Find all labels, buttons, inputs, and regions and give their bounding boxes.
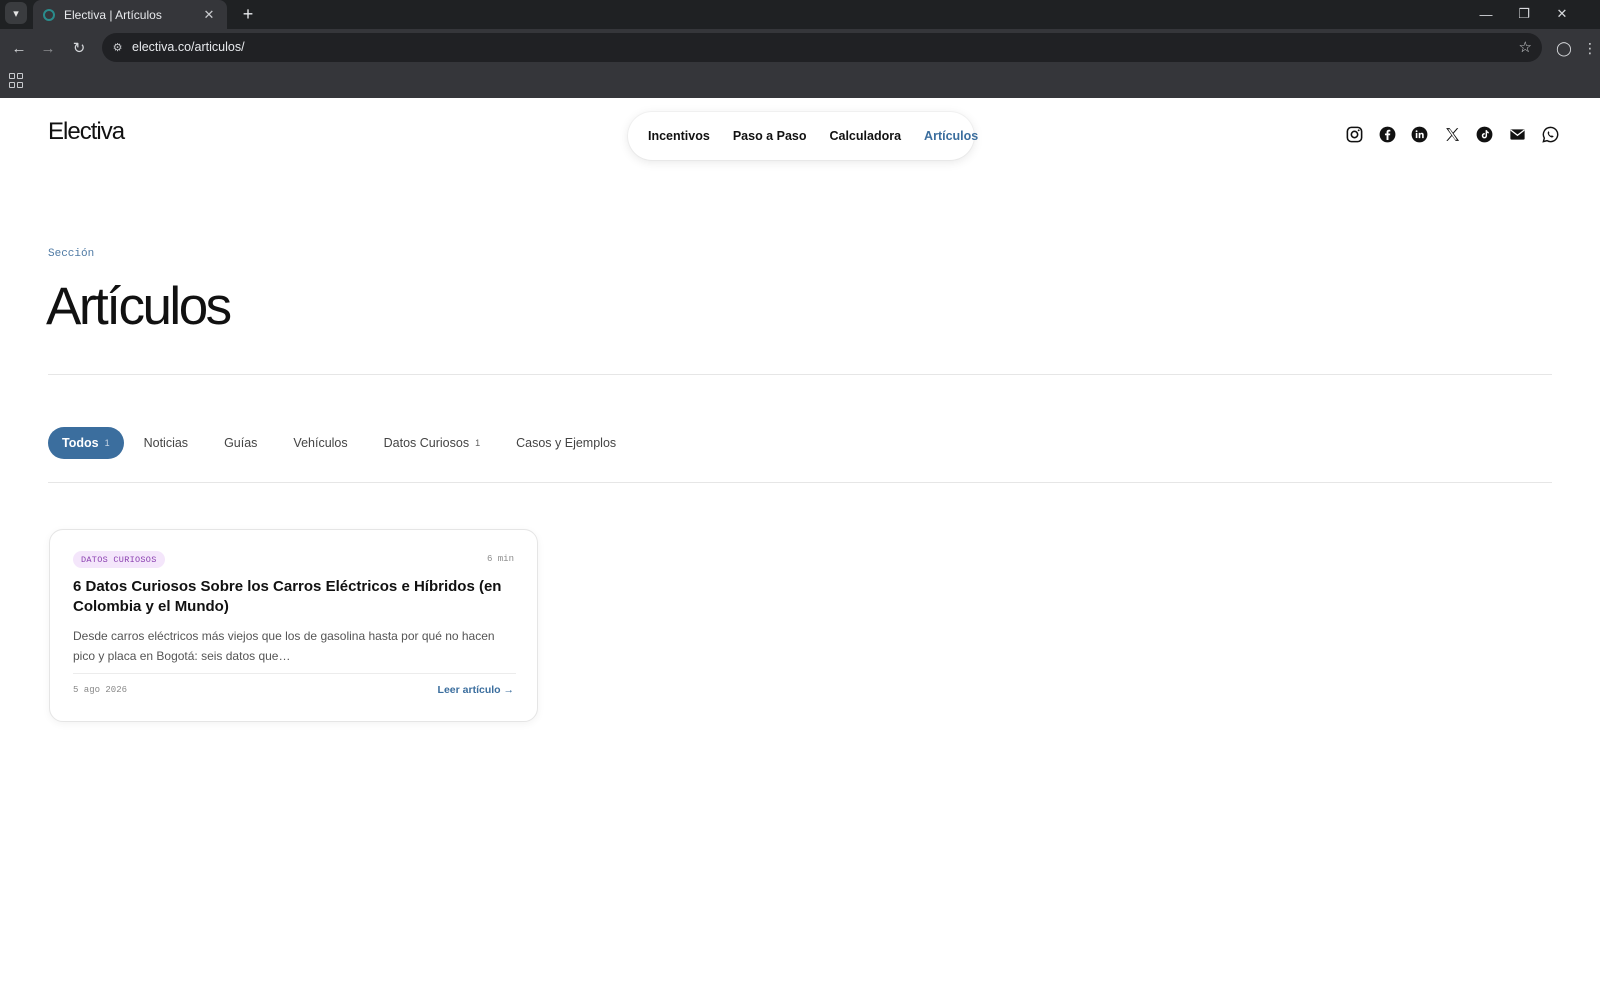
nav-item-paso-a-paso[interactable]: Paso a Paso — [733, 129, 807, 143]
page: Electiva Incentivos Paso a Paso Calculad… — [0, 98, 1600, 1000]
filter-datos-curiosos[interactable]: Datos Curiosos 1 — [368, 427, 496, 459]
filter-label: Guías — [224, 436, 258, 450]
divider — [48, 482, 1552, 483]
browser-toolbar: ← → ↻ ⚙ electiva.co/articulos/ ☆ ◯ ⋮ — [0, 29, 1600, 66]
restore-icon[interactable]: ❐ — [1505, 0, 1543, 28]
card-divider — [73, 673, 516, 674]
reload-icon[interactable]: ↻ — [66, 35, 92, 61]
browser-tab[interactable]: Electiva | Artículos ✕ — [33, 0, 227, 29]
menu-icon[interactable]: ⋮ — [1581, 35, 1599, 61]
bookmark-star-icon[interactable]: ☆ — [1519, 38, 1532, 56]
filter-vehiculos[interactable]: Vehículos — [277, 427, 363, 459]
linkedin-icon[interactable] — [1410, 124, 1430, 144]
close-tab-icon[interactable]: ✕ — [201, 7, 217, 23]
site-logo[interactable]: Electiva — [48, 118, 125, 146]
tab-title: Electiva | Artículos — [64, 7, 162, 22]
filter-label: Datos Curiosos — [383, 436, 470, 450]
nav-item-calculadora[interactable]: Calculadora — [829, 129, 901, 143]
filter-todos[interactable]: Todos 1 — [48, 427, 124, 459]
filter-guias[interactable]: Guías — [208, 427, 273, 459]
tab-strip: ▾ Electiva | Artículos ✕ + — ❐ ✕ — [0, 0, 1600, 29]
profile-icon[interactable]: ◯ — [1551, 35, 1577, 61]
url-text[interactable]: electiva.co/articulos/ — [132, 40, 245, 54]
article-card[interactable]: DATOS CURIOSOS 6 min 6 Datos Curiosos So… — [49, 529, 538, 722]
filter-count: 1 — [104, 438, 110, 448]
instagram-icon[interactable] — [1344, 124, 1364, 144]
category-badge: DATOS CURIOSOS — [73, 551, 165, 568]
section-label: Sección — [48, 248, 95, 260]
filter-label: Todos — [62, 436, 99, 450]
forward-icon[interactable]: → — [35, 35, 61, 61]
new-tab-icon[interactable]: + — [236, 2, 260, 26]
page-title: Artículos — [46, 277, 232, 336]
back-icon[interactable]: ← — [6, 35, 32, 61]
article-date: 5 ago 2026 — [73, 685, 128, 695]
article-title[interactable]: 6 Datos Curiosos Sobre los Carros Eléctr… — [73, 577, 513, 617]
minimize-icon[interactable]: — — [1467, 0, 1505, 28]
address-bar[interactable]: ⚙ electiva.co/articulos/ ☆ — [102, 33, 1542, 62]
close-window-icon[interactable]: ✕ — [1543, 0, 1581, 28]
read-article-link[interactable]: Leer artículo → — [438, 684, 514, 696]
favicon-icon — [43, 8, 55, 21]
filter-casos-y-ejemplos[interactable]: Casos y Ejemplos — [500, 427, 632, 459]
whatsapp-icon[interactable] — [1540, 124, 1560, 144]
category-filters: Todos 1 Noticias Guías Vehículos Datos C… — [48, 427, 636, 459]
main-nav: Incentivos Paso a Paso Calculadora Artíc… — [628, 112, 978, 160]
tab-search-icon[interactable]: ▾ — [5, 2, 27, 24]
x-icon[interactable] — [1442, 124, 1462, 144]
filter-label: Noticias — [143, 436, 189, 450]
apps-grid-icon[interactable] — [9, 73, 25, 89]
filter-count: 1 — [475, 438, 481, 448]
bookmarks-bar — [0, 66, 1600, 98]
site-settings-icon[interactable]: ⚙ — [110, 40, 125, 55]
facebook-icon[interactable] — [1377, 124, 1397, 144]
nav-item-incentivos[interactable]: Incentivos — [648, 129, 710, 143]
article-excerpt: Desde carros eléctricos más viejos que l… — [73, 629, 495, 663]
email-icon[interactable] — [1507, 124, 1527, 144]
filter-label: Vehículos — [293, 436, 348, 450]
read-time: 6 min — [486, 554, 514, 564]
filter-label: Casos y Ejemplos — [516, 436, 617, 450]
filter-noticias[interactable]: Noticias — [128, 427, 204, 459]
social-links — [1332, 124, 1560, 144]
tiktok-icon[interactable] — [1475, 124, 1495, 144]
nav-item-articulos[interactable]: Artículos — [924, 129, 978, 143]
browser-chrome: ▾ Electiva | Artículos ✕ + — ❐ ✕ ← → ↻ ⚙… — [0, 0, 1600, 98]
divider — [48, 374, 1552, 375]
